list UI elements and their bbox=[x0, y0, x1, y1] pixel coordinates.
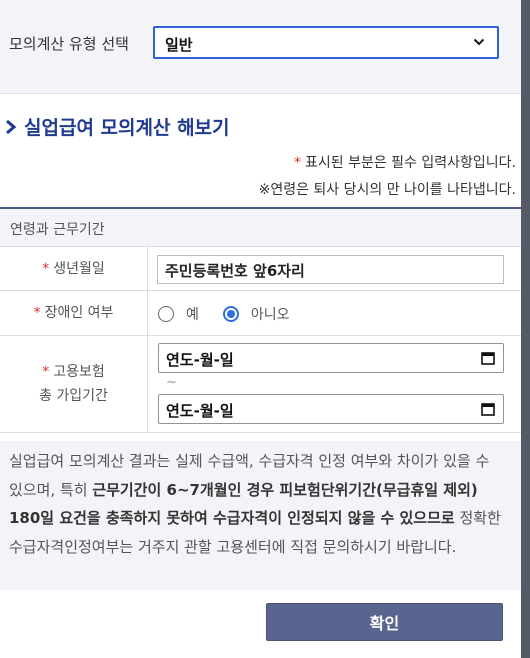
radio-yes-label[interactable]: 예 bbox=[186, 304, 199, 324]
calc-type-label: 모의계산 유형 선택 bbox=[9, 35, 129, 53]
info-notice: 실업급여 모의계산 결과는 실제 수급액, 수급자격 인정 여부와 차이가 있을… bbox=[0, 441, 521, 590]
birth-row: * 생년월일 주민등록번호 앞6자리 bbox=[0, 247, 521, 291]
insurance-label-line1: 고용보험 bbox=[53, 364, 105, 380]
start-date-input[interactable]: 연도-월-일 bbox=[158, 343, 504, 373]
required-note: * 표시된 부분은 필수 입력사항입니다. bbox=[294, 152, 516, 172]
start-date-text: 연도-월-일 bbox=[166, 351, 234, 369]
radio-yes[interactable] bbox=[158, 306, 174, 322]
birth-label: * 생년월일 bbox=[0, 247, 148, 290]
birth-input-placeholder: 주민등록번호 앞6자리 bbox=[165, 262, 305, 280]
section-title-text: 실업급여 모의계산 해보기 bbox=[24, 117, 230, 139]
age-period-form: 연령과 근무기간 * 생년월일 주민등록번호 앞6자리 * 장애인 여부 예 아니오… bbox=[0, 207, 521, 433]
required-mark: * bbox=[42, 260, 50, 277]
calendar-icon[interactable] bbox=[481, 402, 495, 416]
required-mark: * bbox=[33, 305, 41, 321]
birth-label-text: 생년월일 bbox=[53, 260, 105, 277]
calc-type-panel: 모의계산 유형 선택 일반 bbox=[0, 0, 521, 94]
chevron-down-icon bbox=[473, 38, 485, 46]
end-date-input[interactable]: 연도-월-일 bbox=[158, 394, 504, 424]
radio-no[interactable] bbox=[222, 306, 239, 322]
form-header-text: 연령과 근무기간 bbox=[10, 222, 105, 238]
page-right-edge bbox=[521, 0, 530, 658]
disability-radio-group: 예 아니오 bbox=[158, 304, 314, 324]
insurance-period-row: * 고용보험총 가입기간 연도-월-일 ~ 연도-월-일 bbox=[0, 336, 521, 433]
age-note: ※연령은 퇴사 당시의 만 나이를 나타냅니다. bbox=[258, 182, 516, 198]
calendar-icon[interactable] bbox=[481, 351, 495, 365]
form-header: 연령과 근무기간 bbox=[0, 209, 521, 247]
radio-no-label[interactable]: 아니오 bbox=[251, 304, 290, 324]
disability-label-text: 장애인 여부 bbox=[44, 305, 114, 321]
end-date-text: 연도-월-일 bbox=[166, 402, 234, 420]
calc-type-value: 일반 bbox=[165, 36, 193, 54]
disability-label: * 장애인 여부 bbox=[0, 291, 148, 335]
disability-row: * 장애인 여부 예 아니오 bbox=[0, 291, 521, 336]
birth-input[interactable]: 주민등록번호 앞6자리 bbox=[157, 255, 504, 284]
chevron-right-icon bbox=[6, 119, 17, 134]
date-separator: ~ bbox=[166, 375, 177, 390]
section-title: 실업급여 모의계산 해보기 bbox=[4, 113, 230, 140]
required-note-text: 표시된 부분은 필수 입력사항입니다. bbox=[305, 155, 516, 171]
calc-type-select[interactable]: 일반 bbox=[153, 26, 499, 59]
required-mark: * bbox=[294, 155, 301, 171]
insurance-label-line2: 총 가입기간 bbox=[39, 388, 108, 404]
insurance-label: * 고용보험총 가입기간 bbox=[0, 336, 148, 432]
confirm-button[interactable]: 확인 bbox=[266, 603, 503, 641]
required-mark: * bbox=[42, 364, 50, 380]
